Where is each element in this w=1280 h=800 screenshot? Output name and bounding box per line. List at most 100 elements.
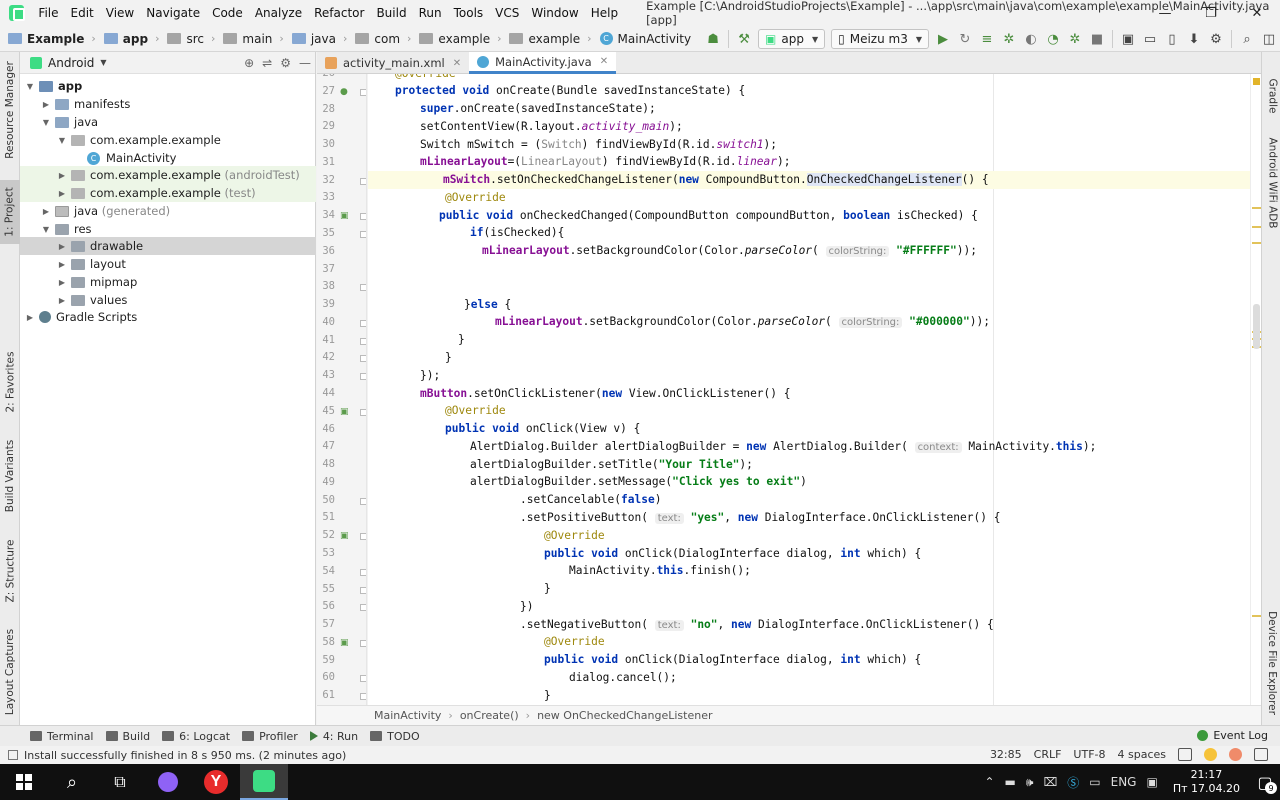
tab-project[interactable]: 1: Project xyxy=(0,180,20,244)
menu-file[interactable]: File xyxy=(32,6,64,20)
display-settings-icon[interactable]: ▣ xyxy=(1146,775,1157,789)
tree-item-gradle-scripts[interactable]: ▶ Gradle Scripts xyxy=(20,308,316,326)
implements-marker-icon[interactable]: ▣ xyxy=(340,407,350,417)
chevron-up-icon[interactable]: ⌃ xyxy=(984,775,994,789)
tree-item-package-androidtest[interactable]: ▶ com.example.example (androidTest) xyxy=(20,166,316,184)
close-icon[interactable]: ✕ xyxy=(453,58,461,69)
code-editor[interactable]: @Override protected void onCreate(Bundle… xyxy=(368,74,1250,705)
tree-item-manifests[interactable]: ▶ manifests xyxy=(20,95,316,113)
close-icon[interactable]: ✕ xyxy=(600,56,608,67)
indent-setting[interactable]: 4 spaces xyxy=(1118,748,1167,761)
tool-logcat[interactable]: 6: Logcat xyxy=(162,730,230,743)
crumb-class[interactable]: MainActivity xyxy=(374,709,441,722)
breadcrumb-example[interactable]: example › xyxy=(411,32,501,46)
device-manager-icon[interactable]: ▯ xyxy=(1161,28,1183,50)
tree-item-values[interactable]: ▶ values xyxy=(20,291,316,309)
sdk-manager-icon[interactable]: ⬇ xyxy=(1183,28,1205,50)
alice-button[interactable] xyxy=(144,764,192,800)
display-icon[interactable]: ▬ xyxy=(1005,775,1016,789)
tree-item-package[interactable]: ▼ com.example.example xyxy=(20,131,316,149)
crumb-method[interactable]: onCreate() xyxy=(460,709,519,722)
event-log-button[interactable]: Event Log xyxy=(1197,729,1268,742)
fold-marker-icon[interactable] xyxy=(360,338,366,345)
menu-help[interactable]: Help xyxy=(585,6,624,20)
menu-code[interactable]: Code xyxy=(206,6,249,20)
hide-icon[interactable]: — xyxy=(299,56,311,70)
search-icon[interactable]: ⌕ xyxy=(1236,28,1258,50)
happy-face-icon[interactable] xyxy=(1204,748,1217,761)
menu-view[interactable]: View xyxy=(100,6,140,20)
tree-item-java[interactable]: ▼ java xyxy=(20,113,316,131)
sync-icon[interactable]: ▣ xyxy=(1117,28,1139,50)
tool-terminal[interactable]: Terminal xyxy=(30,730,94,743)
tree-item-mainactivity[interactable]: C MainActivity xyxy=(20,149,316,167)
fold-marker-icon[interactable] xyxy=(360,213,366,220)
collapse-icon[interactable]: ⇌ xyxy=(262,56,272,70)
tab-resource-manager[interactable]: Resource Manager xyxy=(0,58,20,162)
fold-marker-icon[interactable] xyxy=(360,409,366,416)
task-view-button[interactable]: ⧉ xyxy=(96,764,144,800)
caret-position[interactable]: 32:85 xyxy=(990,748,1022,761)
coverage-icon[interactable]: ◐ xyxy=(1020,28,1042,50)
tree-item-res[interactable]: ▼ res xyxy=(20,220,316,238)
android-studio-taskbar-button[interactable] xyxy=(240,764,288,800)
fold-marker-icon[interactable] xyxy=(360,373,366,380)
search-button[interactable]: ⌕ xyxy=(48,764,96,800)
device-select[interactable]: ▯ Meizu m3 ▼ xyxy=(831,29,929,49)
tree-item-mipmap[interactable]: ▶ mipmap xyxy=(20,273,316,291)
menu-build[interactable]: Build xyxy=(370,6,412,20)
fold-marker-icon[interactable] xyxy=(360,89,366,96)
user-icon[interactable]: ☗ xyxy=(702,28,724,50)
maximize-button[interactable]: ❐ xyxy=(1188,0,1234,26)
editor-scrollbar-thumb[interactable] xyxy=(1253,304,1260,349)
stop-icon[interactable]: ■ xyxy=(1086,28,1108,50)
fold-marker-icon[interactable] xyxy=(360,675,366,682)
fold-marker-icon[interactable] xyxy=(360,640,366,647)
editor-scroll-markers[interactable] xyxy=(1250,74,1261,705)
clock[interactable]: 21:17 Пт 17.04.20 xyxy=(1173,768,1240,796)
tool-profiler[interactable]: Profiler xyxy=(242,730,298,743)
inspection-ok-icon[interactable] xyxy=(1253,78,1260,85)
start-button[interactable] xyxy=(0,764,48,800)
fold-marker-icon[interactable] xyxy=(360,284,366,291)
status-toggle-icon[interactable] xyxy=(8,750,18,760)
tab-gradle[interactable]: Gradle xyxy=(1262,68,1280,124)
tab-layout-captures[interactable]: Layout Captures xyxy=(0,624,20,720)
tree-item-layout[interactable]: ▶ layout xyxy=(20,255,316,273)
run-icon[interactable]: ▶ xyxy=(932,28,954,50)
menu-refactor[interactable]: Refactor xyxy=(308,6,370,20)
tab-activity-main-xml[interactable]: activity_main.xml ✕ xyxy=(317,52,469,74)
tool-run[interactable]: 4: Run xyxy=(309,730,358,743)
fold-marker-icon[interactable] xyxy=(360,604,366,611)
status-message[interactable]: Install successfully finished in 8 s 950… xyxy=(24,749,346,762)
menu-navigate[interactable]: Navigate xyxy=(140,6,206,20)
fold-marker-icon[interactable] xyxy=(360,569,366,576)
action-center-button[interactable]: ▢ 9 xyxy=(1250,764,1280,800)
breadcrumb-app[interactable]: app › xyxy=(96,32,159,46)
tab-device-file-explorer[interactable]: Device File Explorer xyxy=(1262,608,1280,718)
profile-icon[interactable]: ◔ xyxy=(1042,28,1064,50)
editor-gutter[interactable]: 26 27 28 29 30 31 32 33 34 35 36 37 38 3… xyxy=(317,74,367,705)
menu-vcs[interactable]: VCS xyxy=(489,6,525,20)
fold-marker-icon[interactable] xyxy=(360,320,366,327)
tab-mainactivity-java[interactable]: MainActivity.java ✕ xyxy=(469,52,617,74)
breadcrumb-mainactivity[interactable]: C MainActivity xyxy=(592,32,691,46)
fold-marker-icon[interactable] xyxy=(360,693,366,700)
menu-analyze[interactable]: Analyze xyxy=(249,6,308,20)
volume-icon[interactable]: 🕪 xyxy=(1026,775,1034,790)
skype-icon[interactable]: Ⓢ xyxy=(1067,774,1079,791)
fold-marker-icon[interactable] xyxy=(360,587,366,594)
implements-marker-icon[interactable]: ▣ xyxy=(340,638,350,648)
menu-tools[interactable]: Tools xyxy=(448,6,490,20)
tool-build[interactable]: Build xyxy=(105,730,150,743)
menu-run[interactable]: Run xyxy=(413,6,448,20)
fold-marker-icon[interactable] xyxy=(360,498,366,505)
fold-marker-icon[interactable] xyxy=(360,178,366,185)
rerun-icon[interactable]: ↻ xyxy=(954,28,976,50)
line-separator[interactable]: CRLF xyxy=(1034,748,1062,761)
locate-icon[interactable]: ⊕ xyxy=(244,56,254,70)
breadcrumb-project[interactable]: Example › xyxy=(0,32,96,46)
gear-icon[interactable]: ⚙ xyxy=(280,56,291,70)
language-indicator[interactable]: ENG xyxy=(1111,775,1137,789)
tab-favorites[interactable]: 2: Favorites xyxy=(0,347,20,417)
